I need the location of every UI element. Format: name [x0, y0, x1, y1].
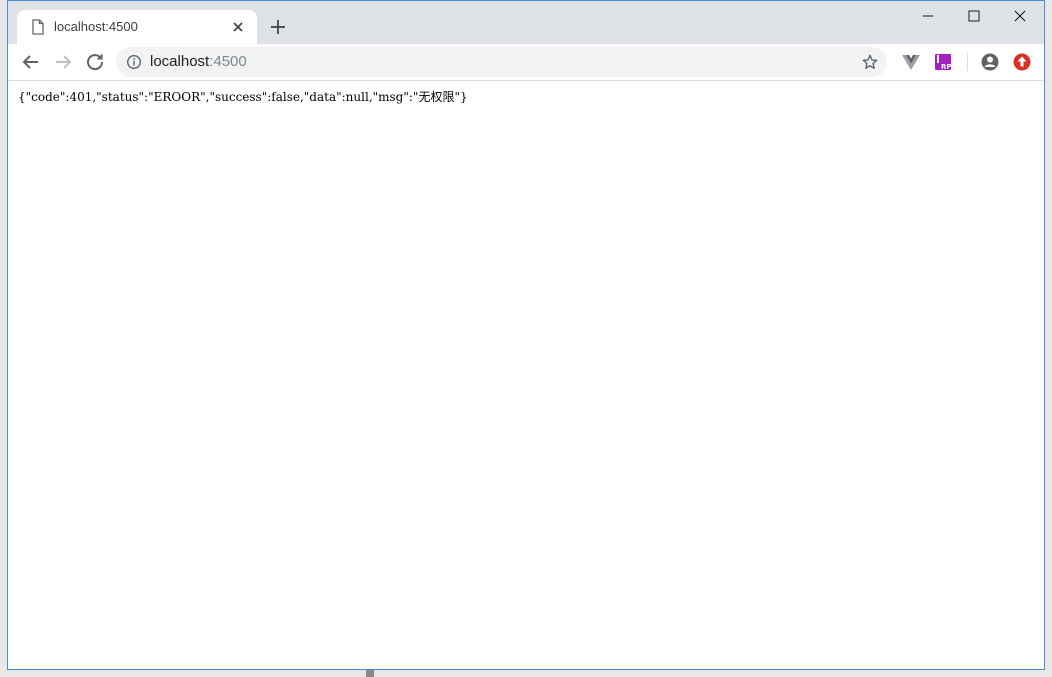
address-bar[interactable]: localhost:4500 [116, 47, 887, 77]
page-content: {"code":401,"status":"EROOR","success":f… [8, 81, 1044, 669]
close-button[interactable] [997, 5, 1043, 27]
page-icon [32, 19, 44, 35]
minimize-button[interactable] [905, 5, 951, 27]
url-host: localhost [150, 53, 210, 70]
rp-extension-icon[interactable]: RP [933, 52, 953, 72]
url-text[interactable]: localhost:4500 [150, 53, 247, 70]
update-icon[interactable] [1012, 52, 1032, 72]
tab-strip: localhost:4500 [8, 1, 1044, 44]
background-fragment [366, 670, 374, 677]
profile-icon[interactable] [980, 52, 1000, 72]
close-icon [1014, 10, 1026, 22]
tab-title: localhost:4500 [54, 19, 138, 34]
maximize-icon [968, 10, 980, 22]
star-icon[interactable] [861, 53, 879, 71]
vue-devtools-icon[interactable] [901, 52, 921, 72]
tab-localhost[interactable]: localhost:4500 [17, 10, 257, 44]
toolbar: localhost:4500 RP [8, 44, 1044, 81]
maximize-button[interactable] [951, 5, 997, 27]
reload-icon[interactable] [83, 50, 107, 74]
forward-icon[interactable] [51, 50, 75, 74]
browser-window: localhost:4500 localhost:4500 RP {"code"… [7, 0, 1045, 670]
url-port: :4500 [209, 53, 247, 70]
back-icon[interactable] [19, 50, 43, 74]
minimize-icon [923, 15, 933, 17]
toolbar-separator [967, 53, 968, 71]
json-response: {"code":401,"status":"EROOR","success":f… [18, 90, 468, 104]
new-tab-icon[interactable] [267, 16, 289, 38]
tab-close-icon[interactable] [230, 19, 246, 35]
info-icon[interactable] [126, 54, 142, 70]
svg-text:RP: RP [941, 63, 952, 71]
